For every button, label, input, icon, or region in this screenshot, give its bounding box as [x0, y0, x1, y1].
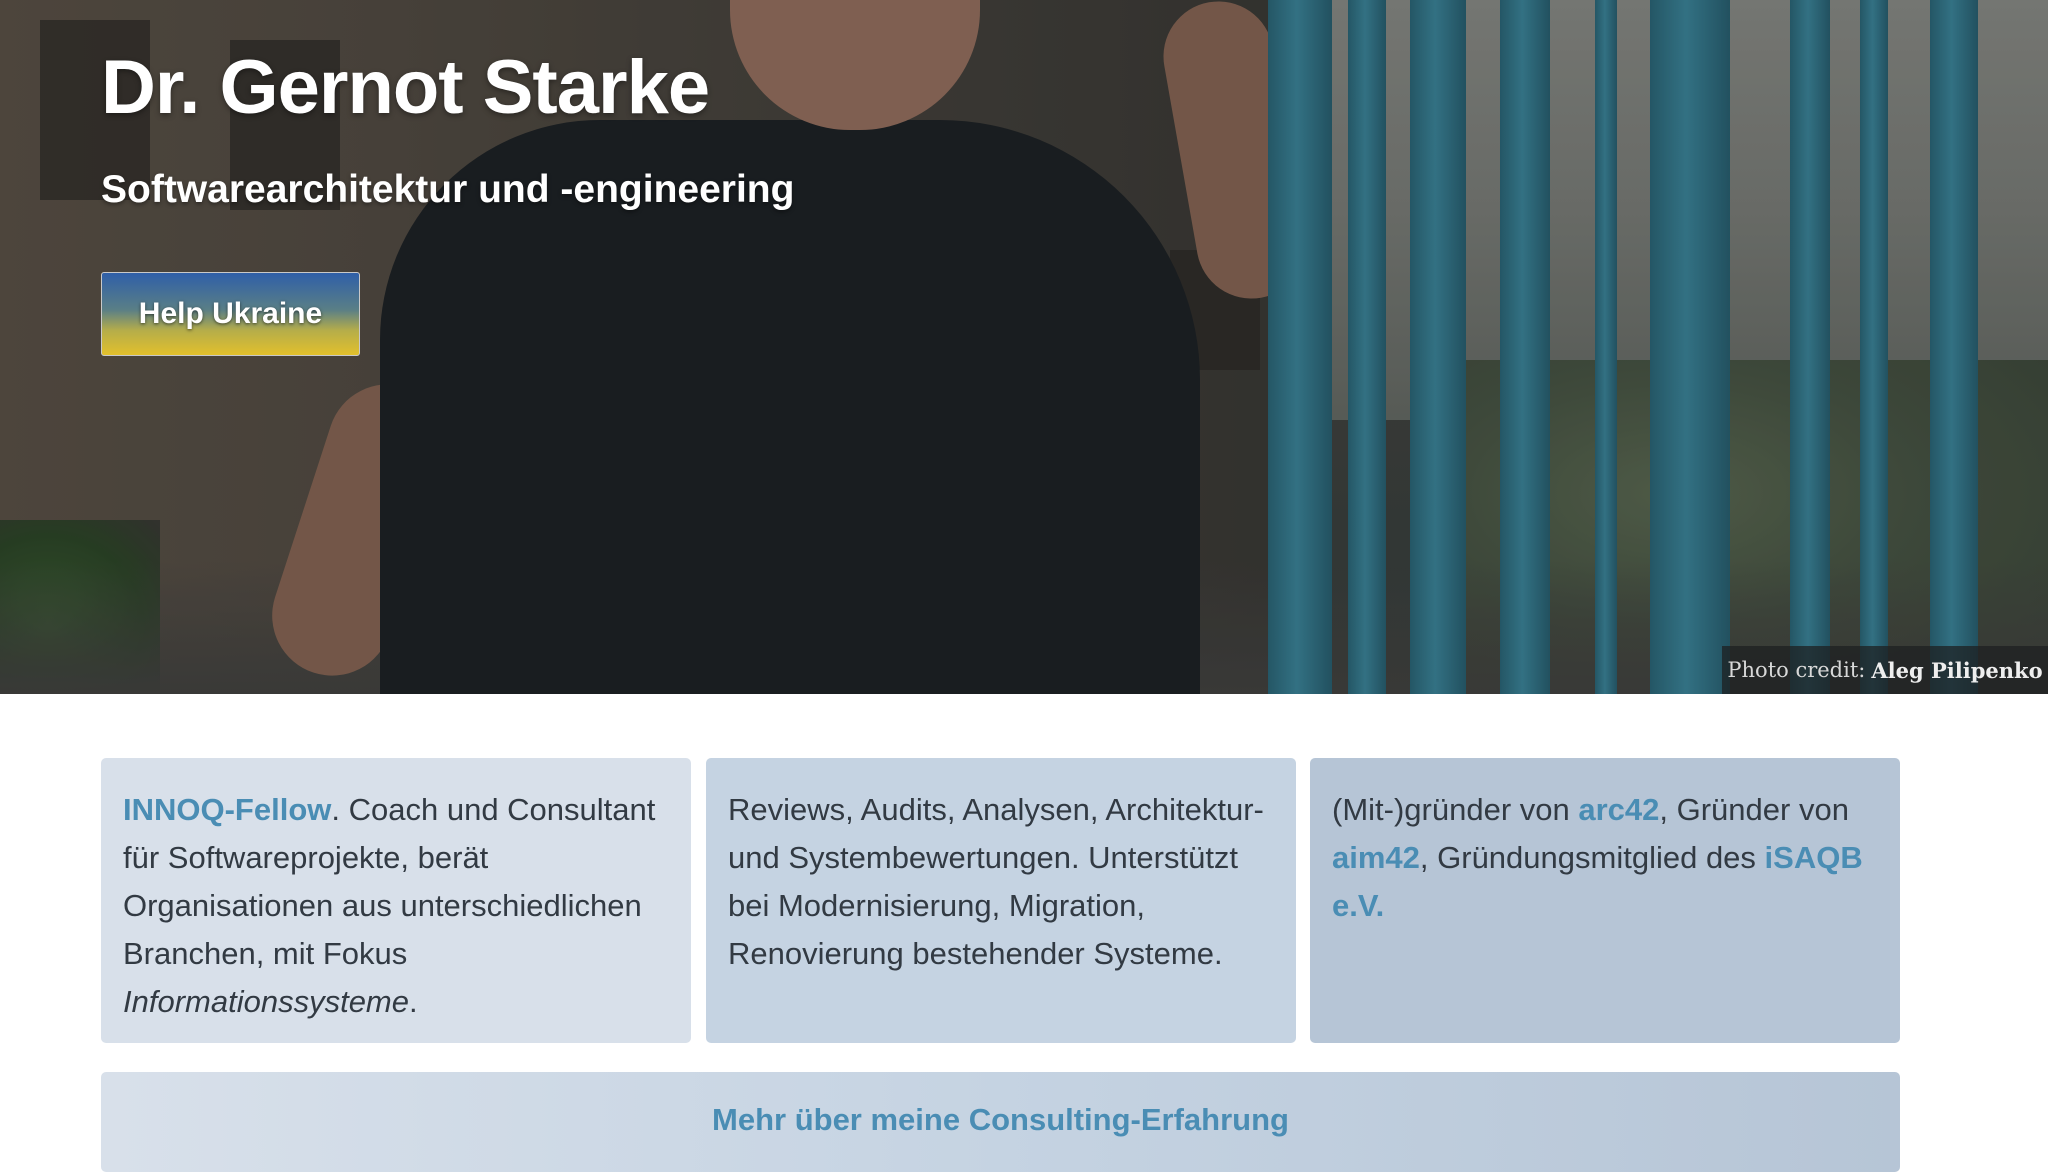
card-reviews: Reviews, Audits, Analysen, Architektur- … — [706, 758, 1296, 1043]
arc42-link[interactable]: arc42 — [1578, 792, 1659, 827]
card-founder: (Mit-)gründer von arc42, Gründer von aim… — [1310, 758, 1900, 1043]
card-emphasis: Informationssysteme — [123, 984, 409, 1019]
consulting-experience-button[interactable]: Mehr über meine Consulting-Erfahrung — [101, 1072, 1900, 1172]
page-title: Dr. Gernot Starke — [101, 45, 710, 130]
photo-credit-label: Photo credit: — [1727, 658, 1866, 682]
help-ukraine-button[interactable]: Help Ukraine — [101, 272, 360, 356]
photo-credit: Photo credit: Aleg Pilipenko — [1722, 646, 2048, 694]
aim42-link[interactable]: aim42 — [1332, 840, 1420, 875]
card-text: , Gründer von — [1659, 792, 1849, 827]
intro-cards: INNOQ-Fellow. Coach und Consultant für S… — [101, 758, 1900, 1043]
photo-credit-name: Aleg Pilipenko — [1871, 657, 2043, 683]
card-text: Reviews, Audits, Analysen, Architektur- … — [728, 792, 1264, 971]
card-text-end: . — [409, 984, 418, 1019]
innoq-fellow-link[interactable]: INNOQ-Fellow — [123, 792, 331, 827]
card-text: (Mit-)gründer von — [1332, 792, 1579, 827]
page-subtitle: Softwarearchitektur und -engineering — [101, 168, 795, 211]
card-fellow: INNOQ-Fellow. Coach und Consultant für S… — [101, 758, 691, 1043]
hero-banner: Dr. Gernot Starke Softwarearchitektur un… — [0, 0, 2048, 694]
card-text: , Gründungsmitglied des — [1419, 840, 1765, 875]
